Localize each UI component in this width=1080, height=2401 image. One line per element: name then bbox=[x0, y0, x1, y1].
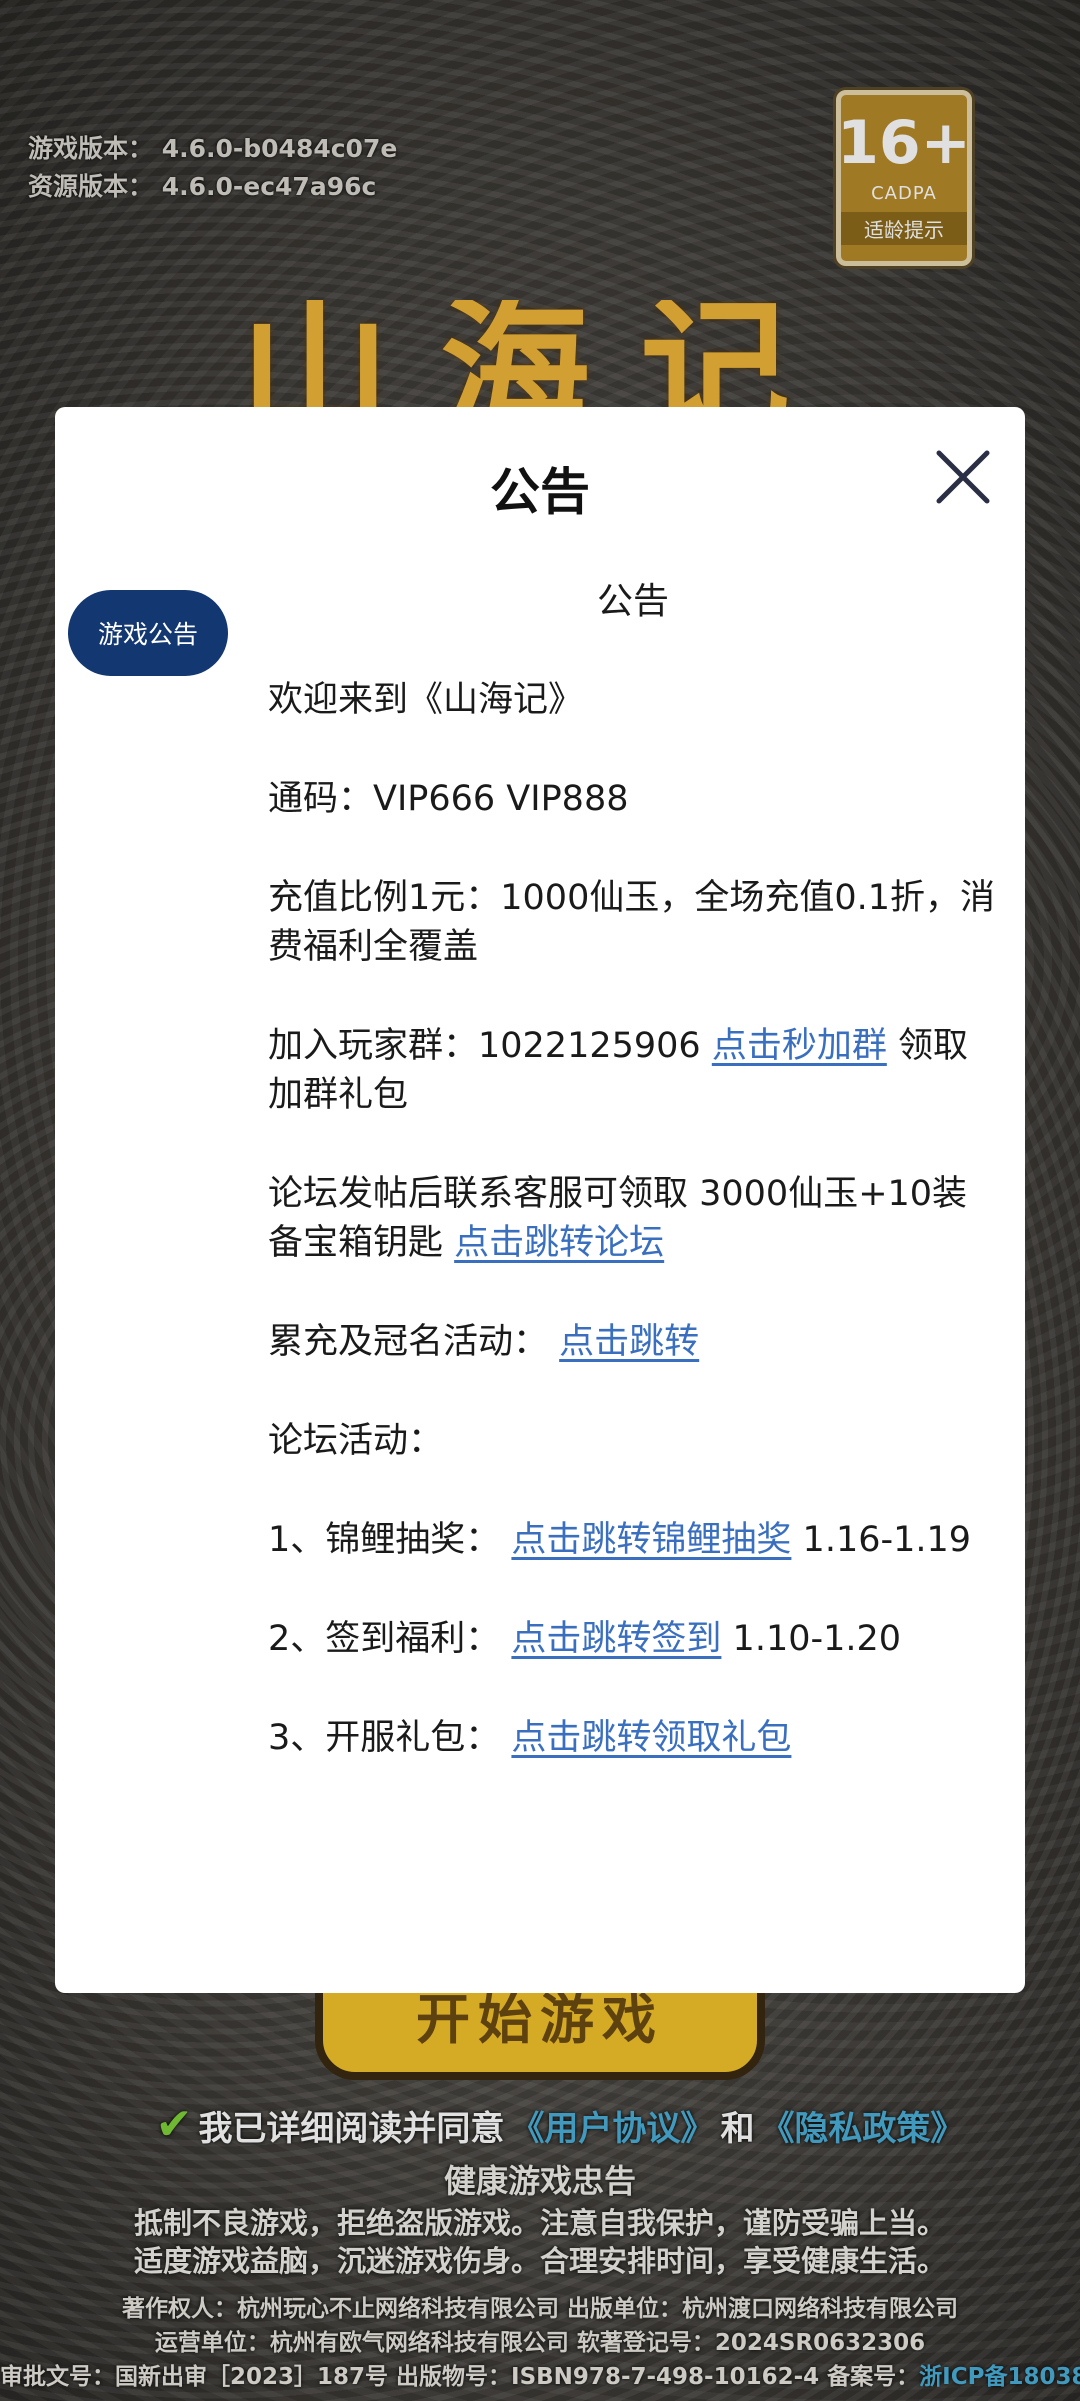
item2-date: 1.10-1.20 bbox=[721, 1619, 902, 1659]
cumulative-paragraph: 累充及冠名活动： 点击跳转 bbox=[268, 1318, 998, 1367]
cumulative-link[interactable]: 点击跳转 bbox=[559, 1322, 699, 1362]
dialog-title: 公告 bbox=[490, 463, 590, 521]
activity-item-signin: 2、签到福利： 点击跳转签到 1.10-1.20 bbox=[268, 1615, 998, 1664]
signin-link[interactable]: 点击跳转签到 bbox=[511, 1619, 721, 1659]
lottery-link[interactable]: 点击跳转锦鲤抽奖 bbox=[511, 1520, 791, 1560]
gift-link[interactable]: 点击跳转领取礼包 bbox=[511, 1718, 791, 1758]
join-group-paragraph: 加入玩家群：1022125906 点击秒加群 领取加群礼包 bbox=[268, 1022, 998, 1120]
item1-text: 1、锦鲤抽奖： bbox=[268, 1520, 512, 1560]
announcement-subtitle: 公告 bbox=[596, 581, 669, 622]
join-group-text: 加入玩家群：1022125906 bbox=[268, 1026, 712, 1066]
forum-paragraph: 论坛发帖后联系客服可领取 3000仙玉+10装备宝箱钥匙 点击跳转论坛 bbox=[268, 1170, 998, 1268]
forum-activity-heading: 论坛活动： bbox=[268, 1421, 444, 1461]
announcement-dialog: 公告 游戏公告 公告 欢迎来到《山海记》 通码：VIP666 VIP888 充值… bbox=[55, 407, 1025, 1993]
item3-text: 3、开服礼包： bbox=[268, 1718, 512, 1758]
welcome-text: 欢迎来到《山海记》 bbox=[268, 680, 584, 720]
join-group-link[interactable]: 点击秒加群 bbox=[712, 1026, 887, 1066]
item1-date: 1.16-1.19 bbox=[791, 1520, 972, 1560]
code-text: 通码：VIP666 VIP888 bbox=[268, 779, 629, 819]
close-icon[interactable] bbox=[935, 449, 991, 505]
item2-text: 2、签到福利： bbox=[268, 1619, 512, 1659]
recharge-text: 充值比例1元：1000仙玉，全场充值0.1折，消费福利全覆盖 bbox=[268, 878, 996, 967]
forum-link[interactable]: 点击跳转论坛 bbox=[454, 1223, 664, 1263]
activity-item-lottery: 1、锦鲤抽奖： 点击跳转锦鲤抽奖 1.16-1.19 bbox=[268, 1516, 998, 1565]
announcement-content: 公告 欢迎来到《山海记》 通码：VIP666 VIP888 充值比例1元：100… bbox=[268, 577, 998, 1813]
cumulative-text: 累充及冠名活动： bbox=[268, 1322, 560, 1362]
tab-game-announcement[interactable]: 游戏公告 bbox=[68, 590, 228, 676]
activity-item-gift: 3、开服礼包： 点击跳转领取礼包 bbox=[268, 1714, 998, 1763]
